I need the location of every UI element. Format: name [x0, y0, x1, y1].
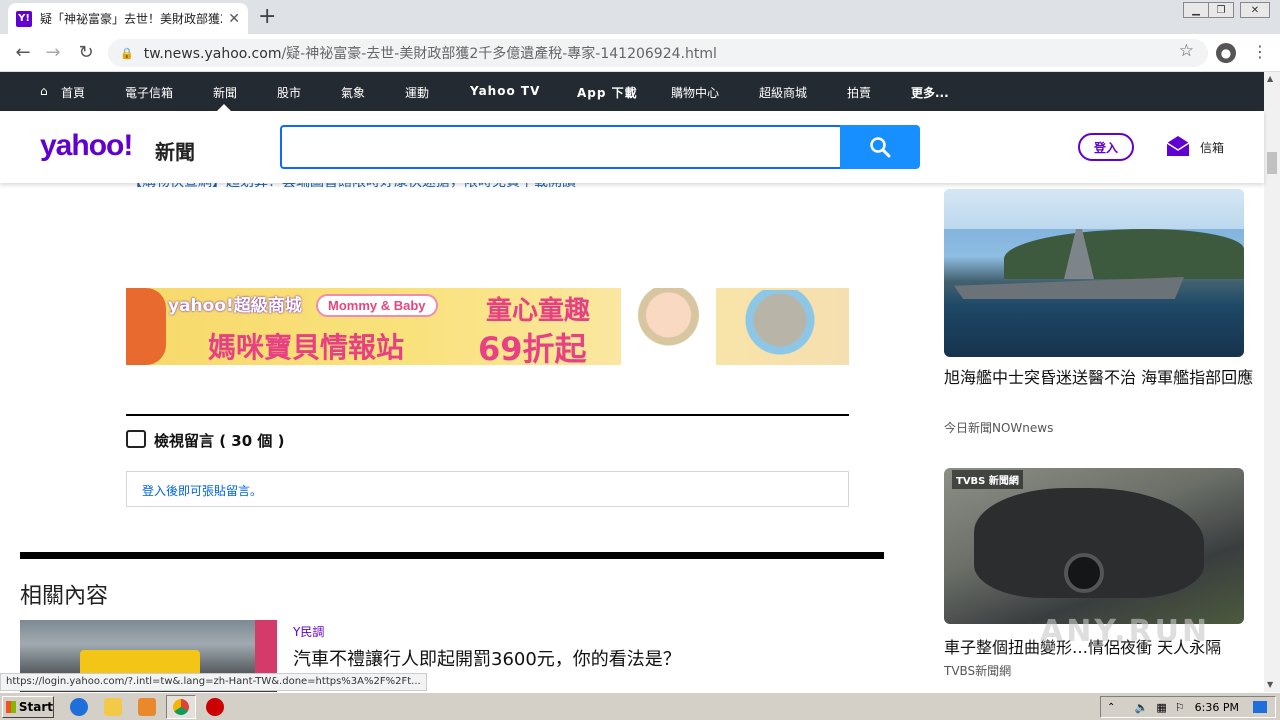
- yahoo-logo[interactable]: yahoo!: [40, 129, 133, 163]
- sign-shape: [255, 620, 277, 680]
- restore-button[interactable]: ❐: [1208, 2, 1234, 18]
- sidebar-item-2-image[interactable]: TVBS 新聞網: [944, 468, 1244, 624]
- news-section-label[interactable]: 新聞: [155, 136, 195, 165]
- nav-item-yahoo-tv[interactable]: Yahoo TV: [470, 84, 540, 98]
- comment-login-box[interactable]: 登入後即可張貼留言。: [126, 471, 849, 507]
- volume-icon[interactable]: 🔈: [1135, 701, 1149, 714]
- nav-item-auction[interactable]: 拍賣: [847, 84, 871, 101]
- forward-icon[interactable]: →: [42, 42, 64, 63]
- related-item-tag[interactable]: Y民調: [293, 623, 324, 640]
- related-item-headline[interactable]: 汽車不禮讓行人即起開罰3600元，你的看法是？: [293, 645, 681, 671]
- car-wheel: [1064, 553, 1104, 593]
- nav-item-app-download[interactable]: App 下載: [577, 84, 638, 101]
- back-icon[interactable]: ←: [12, 42, 34, 63]
- scroll-up-icon[interactable]: ▲: [1267, 74, 1273, 83]
- related-section-title: 相關內容: [20, 584, 109, 609]
- comments-title[interactable]: 檢視留言 ( 30 個 ): [154, 430, 284, 451]
- child-photo-image: [621, 288, 716, 365]
- show-desktop-icon[interactable]: [1253, 701, 1267, 713]
- network-icon[interactable]: ▦: [1156, 701, 1166, 714]
- search-input[interactable]: [280, 125, 841, 169]
- nav-item-weather[interactable]: 氣象: [341, 84, 365, 101]
- start-button[interactable]: Start: [2, 696, 54, 718]
- bookmark-star-icon[interactable]: ☆: [1179, 41, 1194, 61]
- sidebar-item-1-image[interactable]: [944, 189, 1244, 357]
- search-icon: [870, 137, 891, 158]
- browser-tab[interactable]: Y! 疑「神祕富豪」去世！美財政部獲2千 ✕: [8, 3, 248, 34]
- ie-icon[interactable]: [70, 698, 88, 716]
- sidebar-item-2-source: TVBS新聞網: [944, 664, 1012, 678]
- clock: 6:36 PM: [1194, 700, 1239, 714]
- search-button[interactable]: [840, 125, 920, 169]
- close-window-button[interactable]: ✕: [1240, 2, 1270, 18]
- sky-clouds: [944, 189, 1244, 229]
- mail-label[interactable]: 信箱: [1200, 139, 1224, 156]
- yahoo-news-header: yahoo! 新聞 登入 信箱: [0, 111, 1264, 183]
- chrome-icon: [173, 699, 189, 715]
- tray-expand-icon[interactable]: ⌃: [1107, 702, 1115, 713]
- sidebar-item-1-headline[interactable]: 旭海艦中士突昏迷送醫不治 海軍艦指部回應: [944, 366, 1254, 390]
- flag-icon[interactable]: ⚐: [1175, 701, 1185, 714]
- yahoo-favicon-icon: Y!: [16, 10, 32, 27]
- banner-badge: Mommy & Baby: [316, 294, 438, 317]
- active-nav-caret: [217, 104, 231, 111]
- lock-icon: 🔒: [120, 46, 134, 60]
- status-link-preview: https://login.yahoo.com/?.intl=tw&.lang=…: [0, 673, 427, 691]
- stop-icon[interactable]: [206, 698, 224, 716]
- browser-toolbar: ← → ↻ 🔒 tw.news.yahoo.com/疑-神祕富豪-去世-美財政部…: [0, 34, 1280, 72]
- nav-item-more[interactable]: 更多...: [911, 84, 949, 101]
- related-divider: [20, 552, 884, 559]
- windows-logo-icon: [6, 701, 16, 713]
- reload-icon[interactable]: ↻: [75, 42, 97, 63]
- windows-taskbar: Start ⌃ 🔈 ▦ ⚐ 6:36 PM: [0, 692, 1280, 720]
- banner-promo-top: 童心童趣: [486, 296, 591, 326]
- tvbs-logo: TVBS 新聞網: [952, 470, 1023, 489]
- comment-login-link[interactable]: 登入後即可張貼留言。: [142, 482, 262, 499]
- banner-brand: yahoo!超級商城: [168, 296, 302, 316]
- menu-kebab-icon[interactable]: ⋮: [1252, 42, 1268, 61]
- banner-promo-main: 69折起: [478, 330, 587, 365]
- tab-close-icon[interactable]: ✕: [228, 11, 240, 27]
- media-player-icon[interactable]: [138, 698, 156, 716]
- nav-item-sports[interactable]: 運動: [405, 84, 429, 101]
- url-text: tw.news.yahoo.com/疑-神祕富豪-去世-美財政部獲2千多億遺產稅…: [143, 46, 717, 62]
- nav-item-home[interactable]: 首頁: [61, 84, 85, 101]
- comments-divider: [126, 414, 849, 416]
- warship-shape: [954, 277, 1184, 299]
- scrollbar-thumb[interactable]: [1267, 152, 1277, 174]
- mail-icon[interactable]: [1166, 134, 1190, 158]
- chrome-task-button[interactable]: [166, 695, 196, 719]
- sidebar-item-1-source: 今日新聞NOWnews: [944, 421, 1054, 435]
- nav-item-stocks[interactable]: 股市: [277, 84, 301, 101]
- explorer-icon[interactable]: [104, 698, 122, 716]
- anyrun-watermark: ANY.RUN: [1040, 614, 1211, 649]
- nav-item-shopping[interactable]: 購物中心: [671, 84, 719, 101]
- toy-sloth-image: [726, 290, 846, 365]
- address-bar[interactable]: 🔒 tw.news.yahoo.com/疑-神祕富豪-去世-美財政部獲2千多億遺…: [108, 39, 1208, 67]
- nav-item-mall[interactable]: 超級商城: [759, 84, 807, 101]
- banner-ad[interactable]: yahoo!超級商城 Mommy & Baby 媽咪寶貝情報站 童心童趣 69折…: [126, 288, 849, 365]
- comment-bubble-icon: [126, 430, 146, 448]
- account-icon[interactable]: ●: [1216, 43, 1236, 63]
- toy-horse-image: [126, 288, 166, 365]
- home-icon[interactable]: ⌂: [40, 84, 48, 98]
- system-tray: ⌃ 🔈 ▦ ⚐ 6:36 PM: [1100, 696, 1276, 718]
- nav-item-mail[interactable]: 電子信箱: [125, 84, 173, 101]
- new-tab-button[interactable]: +: [258, 5, 276, 29]
- mountain-shape: [1004, 229, 1244, 279]
- banner-headline: 媽咪寶貝情報站: [208, 331, 405, 364]
- minimize-button[interactable]: ▁: [1183, 2, 1209, 18]
- scroll-down-icon[interactable]: ▼: [1267, 680, 1273, 689]
- nav-item-news[interactable]: 新聞: [213, 84, 237, 101]
- tab-title: 疑「神祕富豪」去世！美財政部獲2千: [40, 12, 223, 26]
- login-button[interactable]: 登入: [1078, 133, 1134, 161]
